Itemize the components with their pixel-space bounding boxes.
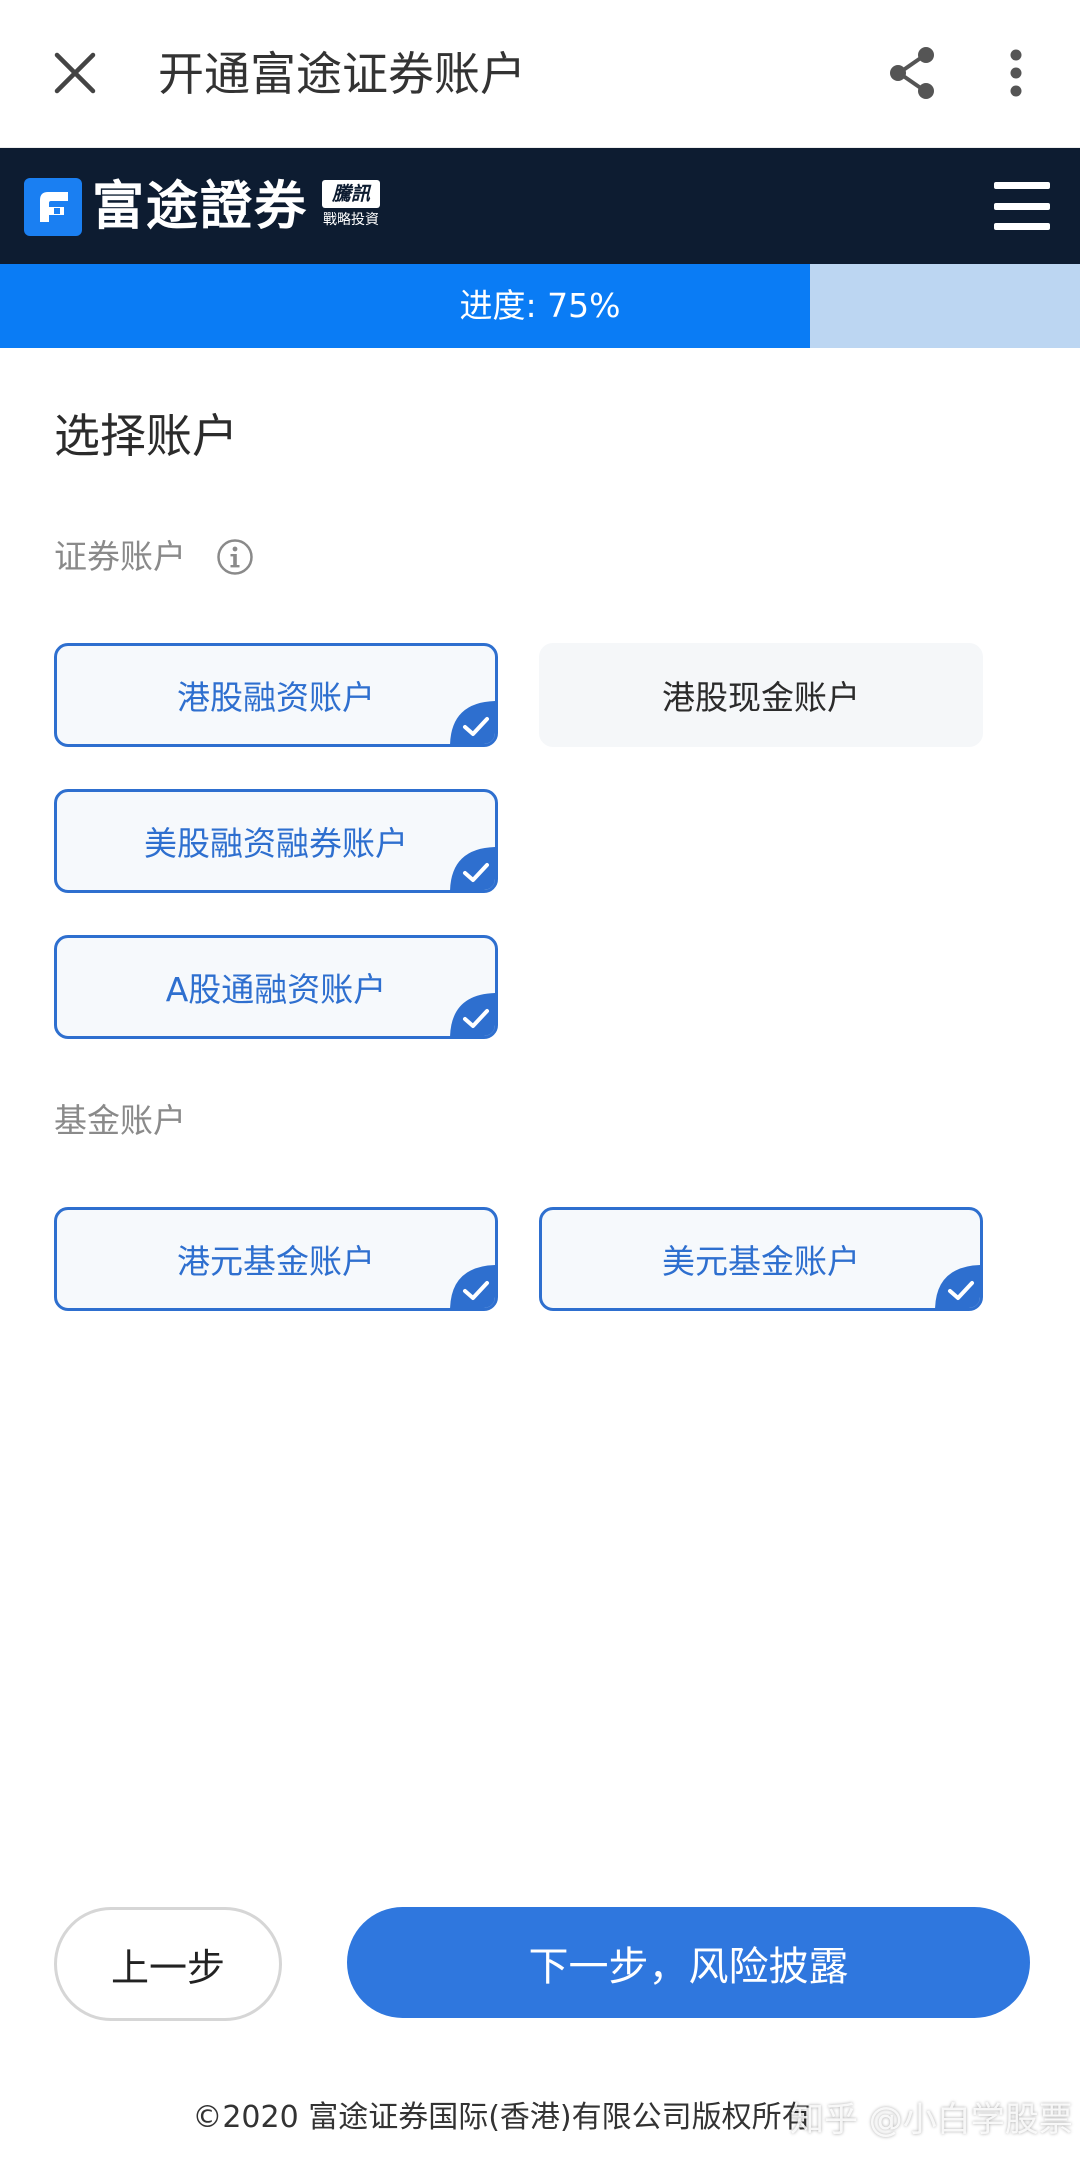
option-hk-cash-account[interactable]: 港股现金账户 (539, 643, 983, 747)
close-button[interactable] (40, 38, 110, 108)
checkmark-icon (450, 1265, 495, 1308)
watermark: 知乎 @小白学股票 (790, 2100, 1073, 2140)
more-vertical-icon (1010, 49, 1022, 97)
tencent-investment-badge: 騰訊 戰略投資 (322, 180, 380, 236)
brand-name: 富途證券 (92, 176, 309, 237)
checkmark-icon (450, 847, 495, 890)
brand-bar: 富途證券 騰訊 戰略投資 (0, 148, 1080, 264)
option-usd-fund-account[interactable]: 美元基金账户 (539, 1207, 983, 1311)
page-title: 开通富途证券账户 (158, 47, 526, 101)
option-hk-margin-account[interactable]: 港股融资账户 (54, 643, 498, 747)
checkmark-icon (450, 993, 495, 1036)
app-bar: 开通富途证券账户 (0, 0, 1080, 148)
fund-group-label-text: 基金账户 (54, 1101, 186, 1140)
option-hkd-fund-account[interactable]: 港元基金账户 (54, 1207, 498, 1311)
copyright-text: ©2020 富途证券国际(香港)有限公司版权所有 (192, 2100, 812, 2135)
option-label: 港元基金账户 (177, 1242, 375, 1281)
close-icon (54, 52, 96, 94)
share-button[interactable] (878, 38, 948, 108)
hamburger-menu-icon[interactable] (992, 178, 1052, 234)
info-icon[interactable] (216, 538, 254, 576)
badge-bottom-text: 戰略投資 (323, 212, 379, 228)
more-options-button[interactable] (986, 38, 1046, 108)
option-label: 港股融资账户 (177, 678, 375, 717)
badge-top-text: 騰訊 (322, 180, 380, 208)
futu-logo-icon (24, 178, 82, 236)
previous-step-button[interactable]: 上一步 (54, 1907, 282, 2021)
share-icon (890, 47, 934, 99)
option-label: 港股现金账户 (662, 678, 860, 717)
progress-label: 进度: 75% (459, 286, 621, 325)
option-label: 美元基金账户 (662, 1242, 860, 1281)
section-title: 选择账户 (54, 409, 238, 463)
securities-group-label: 证券账户 (54, 534, 254, 580)
securities-group-label-text: 证券账户 (54, 537, 186, 576)
option-us-margin-short-account[interactable]: 美股融资融券账户 (54, 789, 498, 893)
option-label: 美股融资融券账户 (144, 824, 408, 863)
option-label: A股通融资账户 (165, 970, 387, 1009)
option-a-share-connect-margin-account[interactable]: A股通融资账户 (54, 935, 498, 1039)
fund-group-label: 基金账户 (54, 1098, 186, 1144)
next-step-button[interactable]: 下一步，风险披露 (347, 1907, 1030, 2018)
checkmark-icon (935, 1265, 980, 1308)
progress-bar: 进度: 75% (0, 264, 1080, 348)
checkmark-icon (450, 701, 495, 744)
